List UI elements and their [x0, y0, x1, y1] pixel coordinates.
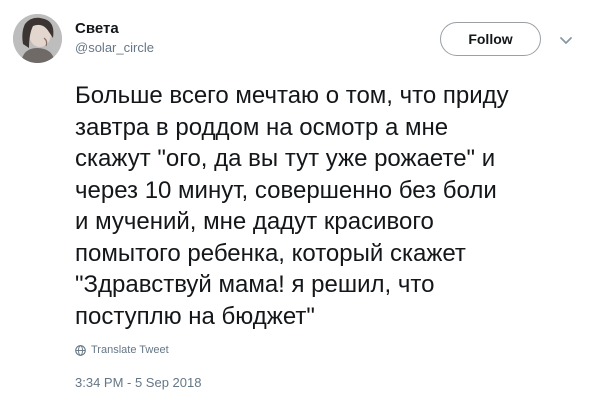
tweet-timestamp[interactable]: 3:34 PM - 5 Sep 2018 [75, 375, 201, 391]
tweet-text: Больше всего мечтаю о том, что приду зав… [75, 82, 509, 330]
chevron-down-icon[interactable] [559, 33, 573, 44]
globe-icon [75, 344, 86, 356]
user-handle[interactable]: @solar_circle [75, 40, 154, 56]
translate-tweet-link[interactable]: Translate Tweet [75, 344, 169, 356]
avatar-image [13, 14, 62, 63]
translate-label: Translate Tweet [91, 344, 169, 356]
display-name[interactable]: Света [75, 20, 119, 38]
avatar[interactable] [13, 14, 62, 63]
follow-button[interactable]: Follow [440, 22, 541, 56]
